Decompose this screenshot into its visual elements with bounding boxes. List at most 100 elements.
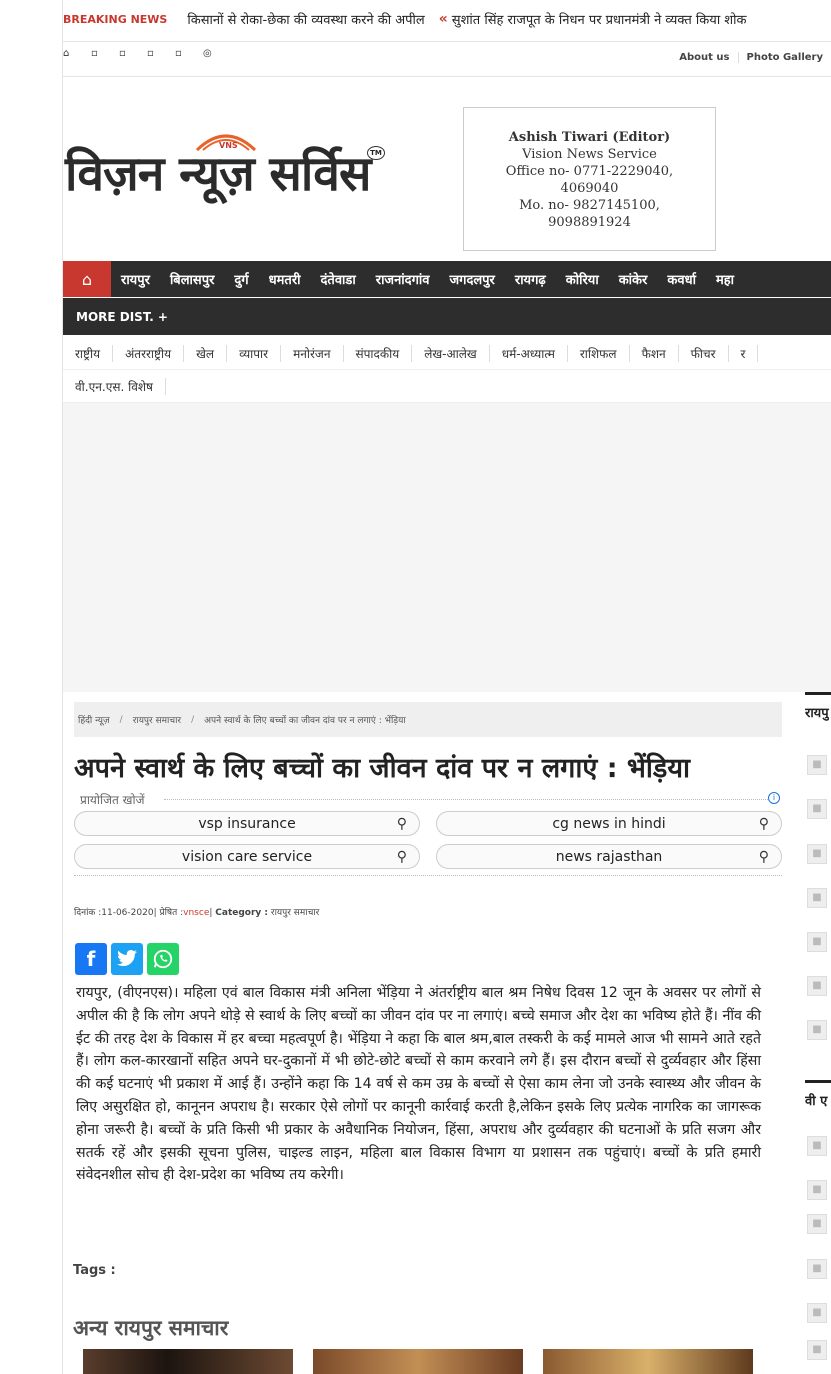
whatsapp-share-icon[interactable] — [147, 943, 179, 975]
twitter-share-icon[interactable] — [111, 943, 143, 975]
search-icon: ⚲ — [758, 816, 769, 832]
divider — [63, 41, 831, 42]
nav-district[interactable]: कवर्धा — [657, 270, 706, 288]
about-us-link[interactable]: About us — [671, 52, 737, 63]
article-body: रायपुर, (वीएनएस)। महिला एवं बाल विकास मं… — [76, 985, 761, 1184]
logo-text: विज़न न्यूज़ सर्विस — [65, 146, 371, 202]
home-icon[interactable]: ⌂ — [63, 48, 91, 59]
search-icon: ⚲ — [758, 849, 769, 865]
avatar-icon[interactable]: ■ — [807, 755, 827, 775]
nav-category[interactable]: संपादकीय — [344, 344, 413, 362]
article-category[interactable]: रायपुर समाचार — [271, 908, 319, 918]
double-chevron-left-icon: « — [438, 11, 448, 27]
avatar-icon[interactable]: ■ — [807, 888, 827, 908]
whatsapp-icon[interactable]: ◎ — [203, 48, 231, 59]
nav-category[interactable]: खेल — [184, 344, 228, 362]
avatar-icon[interactable]: ■ — [807, 1214, 827, 1234]
nav-category[interactable]: फैशन — [630, 344, 679, 362]
nav-district[interactable]: कांकेर — [609, 270, 658, 288]
sponsored-search-pill[interactable]: vsp insurance ⚲ — [74, 811, 420, 836]
info-icon[interactable]: i — [768, 792, 780, 804]
site-logo[interactable]: VNS विज़न न्यूज़ सर्विस TM — [65, 124, 385, 204]
breaking-news-item[interactable]: सुशांत सिंह राजपूत के निधन पर प्रधानमंत्… — [452, 10, 747, 28]
editor-name: Ashish Tiwari (Editor) — [508, 130, 671, 145]
avatar-icon[interactable]: ■ — [807, 1136, 827, 1156]
ad-placeholder — [63, 403, 831, 692]
editor-office-phone: Office no- 0771-2229040, 4069040 — [505, 164, 674, 196]
right-sidebar: रायपु ■ ■ ■ ■ ■ ■ ■ वी ए ■ ■ ■ ■ ■ ■ — [805, 692, 831, 1374]
breadcrumb-home[interactable]: हिंदी न्यूज़ — [74, 713, 114, 726]
nav-category[interactable]: र — [729, 344, 759, 362]
nav-category[interactable]: व्यापार — [227, 344, 282, 362]
facebook-icon[interactable]: ▫ — [91, 48, 119, 59]
avatar-icon[interactable]: ■ — [807, 976, 827, 996]
news-thumbnail[interactable] — [543, 1349, 753, 1374]
home-icon[interactable]: ⌂ — [63, 261, 111, 297]
divider — [63, 76, 831, 77]
avatar-icon[interactable]: ■ — [807, 1303, 827, 1323]
nav-district[interactable]: कोरिया — [556, 270, 609, 288]
sponsored-search-label: news rajasthan — [555, 848, 663, 865]
twitter-icon[interactable]: ▫ — [119, 48, 147, 59]
trademark-badge: TM — [367, 146, 385, 160]
breaking-news-item[interactable]: किसानों से रोका-छेका की व्यवस्था करने की… — [187, 10, 424, 28]
nav-category-vns-special[interactable]: वी.एन.एस. विशेष — [63, 377, 166, 395]
nav-district[interactable]: धमतरी — [259, 270, 311, 288]
nav-district[interactable]: रायपुर — [111, 270, 160, 288]
sponsored-search-label: vision care service — [181, 848, 313, 865]
avatar-icon[interactable]: ■ — [807, 1020, 827, 1040]
photo-gallery-link[interactable]: Photo Gallery — [737, 52, 831, 63]
article-meta: दिनांक :11-06-2020| प्रेषित :vnsce| Cate… — [74, 908, 320, 918]
category-nav: राष्ट्रीय अंतरराष्ट्रीय खेल व्यापार मनोर… — [63, 337, 831, 403]
nav-district[interactable]: राजनांदगांव — [366, 270, 440, 288]
sponsored-search-pill[interactable]: cg news in hindi ⚲ — [436, 811, 782, 836]
nav-district[interactable]: जगदलपुर — [439, 270, 504, 288]
avatar-icon[interactable]: ■ — [807, 932, 827, 952]
facebook-share-icon[interactable]: f — [75, 943, 107, 975]
nav-category[interactable]: फीचर — [679, 344, 729, 362]
sponsored-heading: प्रायोजित खोजें — [80, 793, 145, 807]
article-author[interactable]: vnsce — [183, 908, 209, 918]
sidebar-heading: रायपु — [805, 692, 831, 721]
nav-category[interactable]: धर्म-अध्यात्म — [490, 344, 568, 362]
editor-contact-box: Ashish Tiwari (Editor) Vision News Servi… — [463, 107, 716, 251]
sponsored-search-pill[interactable]: vision care service ⚲ — [74, 844, 420, 869]
left-gutter — [0, 0, 63, 1374]
breadcrumb-category[interactable]: रायपुर समाचार — [129, 713, 185, 726]
nav-district[interactable]: महा — [706, 270, 744, 288]
avatar-icon[interactable]: ■ — [807, 799, 827, 819]
page: BREAKING NEWS किसानों से रोका-छेका की व्… — [63, 0, 831, 1374]
nav-district[interactable]: रायगढ़ — [505, 270, 556, 288]
editor-org: Vision News Service — [522, 147, 657, 162]
editor-mobile: Mo. no- 9827145100, 9098891924 — [519, 198, 660, 230]
search-icon: ⚲ — [396, 849, 407, 865]
nav-district[interactable]: दंतेवाडा — [311, 270, 366, 288]
avatar-icon[interactable]: ■ — [807, 1340, 827, 1360]
breadcrumb: हिंदी न्यूज़ / रायपुर समाचार / अपने स्वा… — [74, 702, 782, 737]
nav-district[interactable]: दुर्ग — [224, 270, 258, 288]
sponsored-search-pill[interactable]: news rajasthan ⚲ — [436, 844, 782, 869]
search-icon: ⚲ — [396, 816, 407, 832]
avatar-icon[interactable]: ■ — [807, 1259, 827, 1279]
news-thumbnail[interactable] — [313, 1349, 523, 1374]
avatar-icon[interactable]: ■ — [807, 844, 827, 864]
more-districts-bar: MORE DIST. + — [63, 298, 831, 335]
news-thumbnail[interactable] — [83, 1349, 293, 1374]
article-title: अपने स्वार्थ के लिए बच्चों का जीवन दांव … — [74, 753, 690, 784]
article-date: 11-06-2020 — [101, 908, 154, 918]
top-bar: ⌂ ▫ ▫ ▫ ▫ ◎ About us Photo Gallery — [63, 44, 831, 72]
breaking-news-bar: BREAKING NEWS किसानों से रोका-छेका की व्… — [63, 0, 831, 38]
nav-category[interactable]: मनोरंजन — [281, 344, 344, 362]
nav-category[interactable]: राष्ट्रीय — [63, 344, 114, 362]
nav-category[interactable]: राशिफल — [568, 344, 630, 362]
nav-category[interactable]: लेख-आलेख — [412, 344, 490, 362]
breadcrumb-current: अपने स्वार्थ के लिए बच्चों का जीवन दांव … — [204, 716, 406, 726]
sidebar-heading: वी ए — [805, 1080, 831, 1109]
nav-district[interactable]: बिलासपुर — [160, 270, 224, 288]
district-nav: ⌂ रायपुर बिलासपुर दुर्ग धमतरी दंतेवाडा र… — [63, 261, 831, 297]
avatar-icon[interactable]: ■ — [807, 1180, 827, 1200]
nav-category[interactable]: अंतरराष्ट्रीय — [113, 344, 185, 362]
youtube-icon[interactable]: ▫ — [175, 48, 203, 59]
instagram-icon[interactable]: ▫ — [147, 48, 175, 59]
more-districts-button[interactable]: MORE DIST. + — [63, 310, 168, 324]
